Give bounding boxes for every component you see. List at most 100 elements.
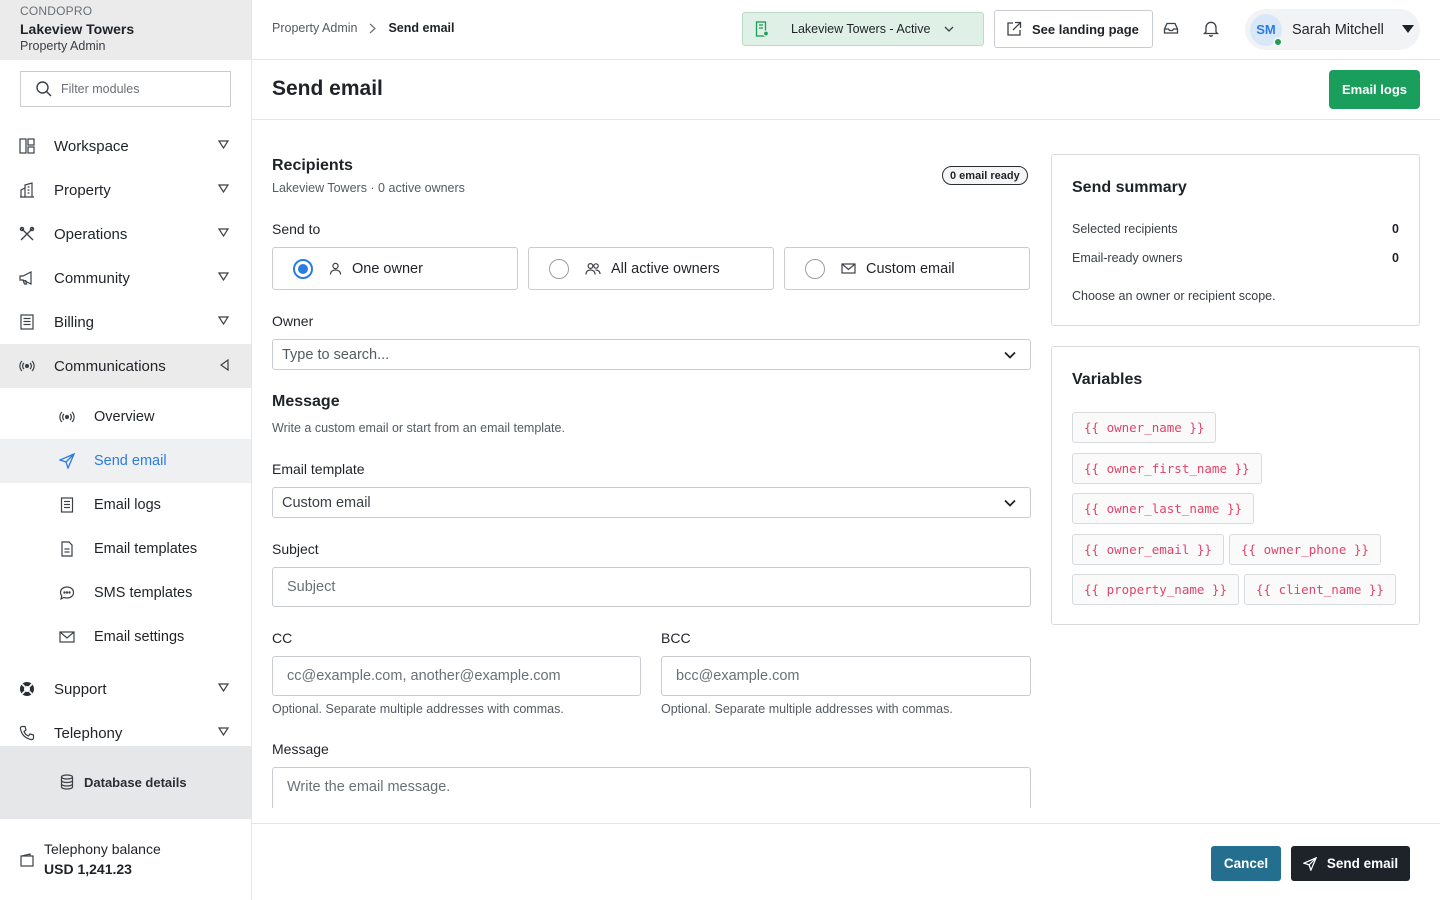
balance-label: Telephony balance xyxy=(44,841,161,857)
building-icon xyxy=(18,181,36,199)
send-email-label: Send email xyxy=(1326,856,1399,871)
brand-header: CONDOPRO Lakeview Towers Property Admin xyxy=(0,0,251,60)
email-template-select[interactable]: Custom email xyxy=(272,487,1031,518)
broadcast-icon xyxy=(18,357,36,375)
see-landing-page-button[interactable]: See landing page xyxy=(994,10,1153,48)
variable-chip[interactable]: {{ owner_email }} xyxy=(1072,534,1224,565)
topbar: Property Admin Send email Lakeview Tower… xyxy=(252,0,1440,60)
bcc-help: Optional. Separate multiple addresses wi… xyxy=(661,702,953,716)
option-custom-email[interactable]: Custom email xyxy=(784,247,1030,290)
chevron-down-icon xyxy=(944,26,954,32)
variable-chip[interactable]: {{ client_name }} xyxy=(1244,574,1396,605)
log-icon xyxy=(58,496,76,514)
cancel-button[interactable]: Cancel xyxy=(1211,846,1281,881)
option-one-owner-label: One owner xyxy=(352,260,423,277)
cc-input[interactable] xyxy=(272,656,641,696)
user-menu[interactable]: SM Sarah Mitchell xyxy=(1245,9,1420,50)
subnav-email-templates[interactable]: Email templates xyxy=(0,527,251,571)
billing-icon xyxy=(18,313,36,331)
summary-row-selected: Selected recipients 0 xyxy=(1072,222,1399,236)
filter-modules-input[interactable] xyxy=(61,82,211,96)
nav-workspace[interactable]: Workspace xyxy=(0,124,251,168)
option-custom-email-label: Custom email xyxy=(866,260,955,277)
wallet-icon xyxy=(20,853,34,900)
search-icon xyxy=(35,80,53,98)
email-logs-button[interactable]: Email logs xyxy=(1329,70,1420,109)
variable-chip[interactable]: {{ property_name }} xyxy=(1072,574,1239,605)
summary-email-ready-label: Email-ready owners xyxy=(1072,251,1183,265)
property-selector[interactable]: Lakeview Towers - Active xyxy=(742,12,984,46)
summary-row-email-ready: Email-ready owners 0 xyxy=(1072,251,1399,265)
breadcrumb-parent[interactable]: Property Admin xyxy=(272,21,357,35)
chevron-down-icon xyxy=(1004,499,1016,507)
option-all-active-owners-label: All active owners xyxy=(611,260,720,277)
owner-select-placeholder: Type to search... xyxy=(282,346,390,363)
option-all-active-owners[interactable]: All active owners xyxy=(528,247,774,290)
avatar-initials: SM xyxy=(1256,22,1276,37)
owner-select[interactable]: Type to search... xyxy=(272,339,1031,370)
message-title: Message xyxy=(272,393,340,410)
chevron-right-icon xyxy=(369,23,377,34)
mail-settings-icon xyxy=(58,628,76,646)
variable-chip[interactable]: {{ owner_name }} xyxy=(1072,412,1217,443)
subnav-email-templates-label: Email templates xyxy=(94,541,198,557)
chevron-down-icon xyxy=(218,184,229,193)
variable-chip[interactable]: {{ owner_last_name }} xyxy=(1072,493,1255,524)
subnav-overview-label: Overview xyxy=(94,409,155,425)
subnav-email-logs-label: Email logs xyxy=(94,497,161,513)
subnav-email-logs[interactable]: Email logs xyxy=(0,483,251,527)
send-email-form: Recipients Lakeview Towers · 0 active ow… xyxy=(272,120,1032,808)
send-email-button[interactable]: Send email xyxy=(1291,846,1410,881)
nav-operations[interactable]: Operations xyxy=(0,212,251,256)
message-textarea[interactable] xyxy=(272,767,1031,808)
radio-one-owner[interactable] xyxy=(293,258,313,279)
variable-chip[interactable]: {{ owner_phone }} xyxy=(1229,534,1381,565)
subnav-send-email[interactable]: Send email xyxy=(0,439,251,483)
subnav-overview[interactable]: Overview xyxy=(0,395,251,439)
owner-label: Owner xyxy=(272,313,314,329)
sidebar: CONDOPRO Lakeview Towers Property Admin … xyxy=(0,0,252,900)
send-to-label: Send to xyxy=(272,221,321,237)
subnav-sms-templates[interactable]: SMS templates xyxy=(0,571,251,615)
subnav-email-settings[interactable]: Email settings xyxy=(0,615,251,659)
database-details[interactable]: Database details xyxy=(0,746,251,818)
nav-property[interactable]: Property xyxy=(0,168,251,212)
chevron-left-icon xyxy=(220,359,229,371)
subnav-email-settings-label: Email settings xyxy=(94,629,185,645)
summary-selected-value: 0 xyxy=(1392,222,1399,236)
broadcast-icon xyxy=(58,408,76,426)
chevron-down-icon xyxy=(1004,351,1016,359)
message-subtitle: Write a custom email or start from an em… xyxy=(272,421,565,435)
bell-icon[interactable] xyxy=(1203,20,1219,37)
radio-custom-email[interactable] xyxy=(805,258,825,279)
see-landing-page-label: See landing page xyxy=(1032,21,1139,37)
subject-label: Subject xyxy=(272,541,319,557)
phone-icon xyxy=(18,724,36,742)
variables-title: Variables xyxy=(1072,371,1143,388)
brand-org: CONDOPRO xyxy=(20,4,93,18)
breadcrumb-current: Send email xyxy=(388,21,455,35)
nav-support[interactable]: Support xyxy=(0,667,251,711)
nav-communications[interactable]: Communications xyxy=(0,344,251,388)
balance-value: USD 1,241.23 xyxy=(44,861,132,877)
inbox-icon[interactable] xyxy=(1163,20,1179,36)
subject-input[interactable] xyxy=(272,567,1031,607)
caret-down-icon xyxy=(1402,25,1414,33)
page-title: Send email xyxy=(272,77,383,100)
summary-email-ready-value: 0 xyxy=(1392,251,1399,265)
avatar: SM xyxy=(1250,13,1283,47)
option-one-owner[interactable]: One owner xyxy=(272,247,518,290)
property-selector-label: Lakeview Towers - Active xyxy=(791,22,931,36)
chat-icon xyxy=(58,584,76,602)
bcc-input[interactable] xyxy=(661,656,1031,696)
mail-icon xyxy=(841,262,856,275)
email-template-label: Email template xyxy=(272,461,365,477)
nav-billing[interactable]: Billing xyxy=(0,300,251,344)
nav-community[interactable]: Community xyxy=(0,256,251,300)
filter-modules[interactable] xyxy=(20,71,231,107)
radio-all-active-owners[interactable] xyxy=(549,258,569,279)
external-link-icon xyxy=(1006,21,1022,37)
summary-note: Choose an owner or recipient scope. xyxy=(1072,289,1276,303)
variable-chip[interactable]: {{ owner_first_name }} xyxy=(1072,453,1262,484)
megaphone-icon xyxy=(18,269,36,287)
